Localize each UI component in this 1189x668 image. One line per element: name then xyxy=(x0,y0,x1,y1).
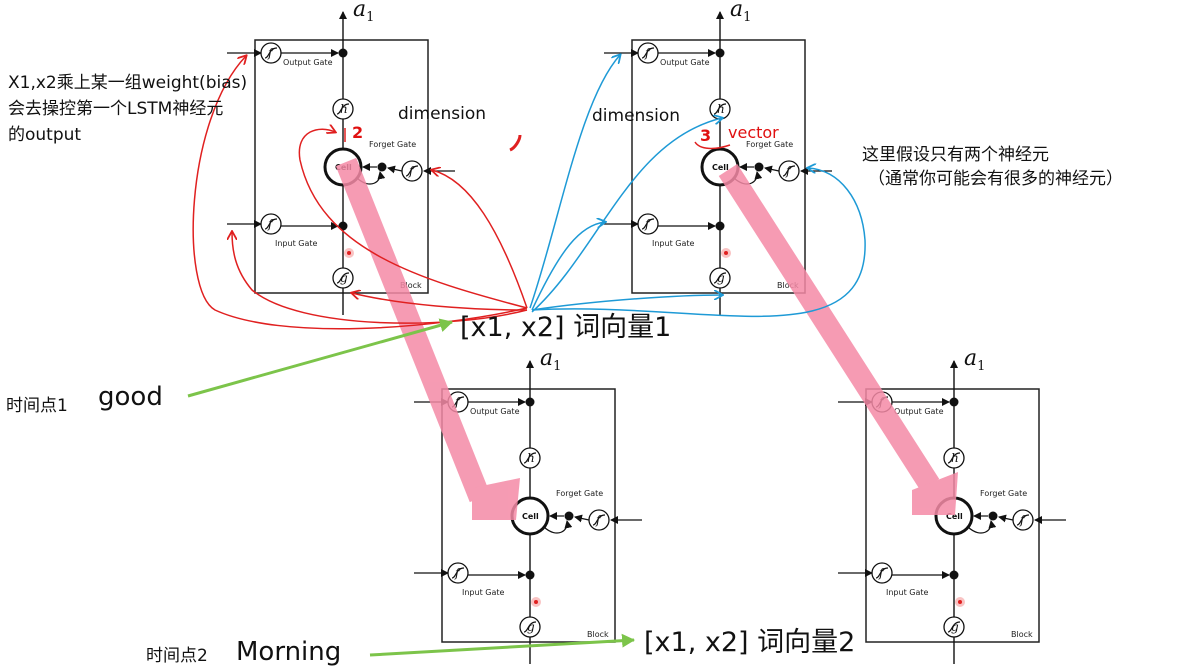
dimension-label-right: dimension xyxy=(592,106,680,126)
word-2: Morning xyxy=(236,637,341,667)
input-gate-label: Input Gate xyxy=(886,588,928,597)
timestep-2-label: 时间点2 xyxy=(146,646,208,666)
forget-gate-label: Forget Gate xyxy=(369,140,416,149)
block-label: Block xyxy=(1011,630,1033,639)
input-gate-label: Input Gate xyxy=(462,588,504,597)
input-gate-label: Input Gate xyxy=(275,239,317,248)
cell-label: Cell xyxy=(522,512,539,521)
cell-label: Cell xyxy=(712,163,729,172)
block-label: Block xyxy=(587,630,609,639)
input-gate-label: Input Gate xyxy=(652,239,694,248)
marker-3: 3 xyxy=(700,126,711,145)
output-gate-label: Output Gate xyxy=(470,407,520,416)
output-a1-label: a1 xyxy=(540,346,561,374)
output-gate-label: Output Gate xyxy=(283,58,333,67)
cell-state-arrow-2 xyxy=(718,164,958,515)
output-gate-label: Output Gate xyxy=(894,407,944,416)
forget-gate-label: Forget Gate xyxy=(980,489,1027,498)
lstm-block-1: a1 Output Gate Forget Gate Cell Input Ga… xyxy=(227,0,455,315)
forget-gate-label: Forget Gate xyxy=(556,489,603,498)
vector-label: vector xyxy=(728,123,779,142)
output-gate-label: Output Gate xyxy=(660,58,710,67)
dimension-label-left: dimension xyxy=(398,104,486,124)
marker-2: 2 xyxy=(352,123,363,142)
red-weight-arrows xyxy=(192,56,731,330)
blue-weight-arrows xyxy=(529,55,866,318)
weight-note-line-3: 的output xyxy=(8,125,81,145)
output-a1-label: a1 xyxy=(730,0,751,25)
word-vector-1: [x1, x2] 词向量1 xyxy=(460,312,671,343)
word-vector-2: [x1, x2] 词向量2 xyxy=(644,627,855,658)
weight-note-line-1: X1,x2乘上某一组weight(bias) xyxy=(8,73,247,93)
word-1: good xyxy=(98,382,163,412)
neuron-note-line-2: （通常你可能会有很多的神经元） xyxy=(868,169,1123,189)
lstm-diagram: f h f f g a1 Output Gate Forget Gate Cel… xyxy=(6,0,1123,667)
weight-note-line-2: 会去操控第一个LSTM神经元 xyxy=(8,99,223,119)
timestep-1-label: 时间点1 xyxy=(6,396,68,416)
output-a1-label: a1 xyxy=(964,346,985,374)
output-a1-label: a1 xyxy=(353,0,374,25)
neuron-note-line-1: 这里假设只有两个神经元 xyxy=(862,145,1049,165)
